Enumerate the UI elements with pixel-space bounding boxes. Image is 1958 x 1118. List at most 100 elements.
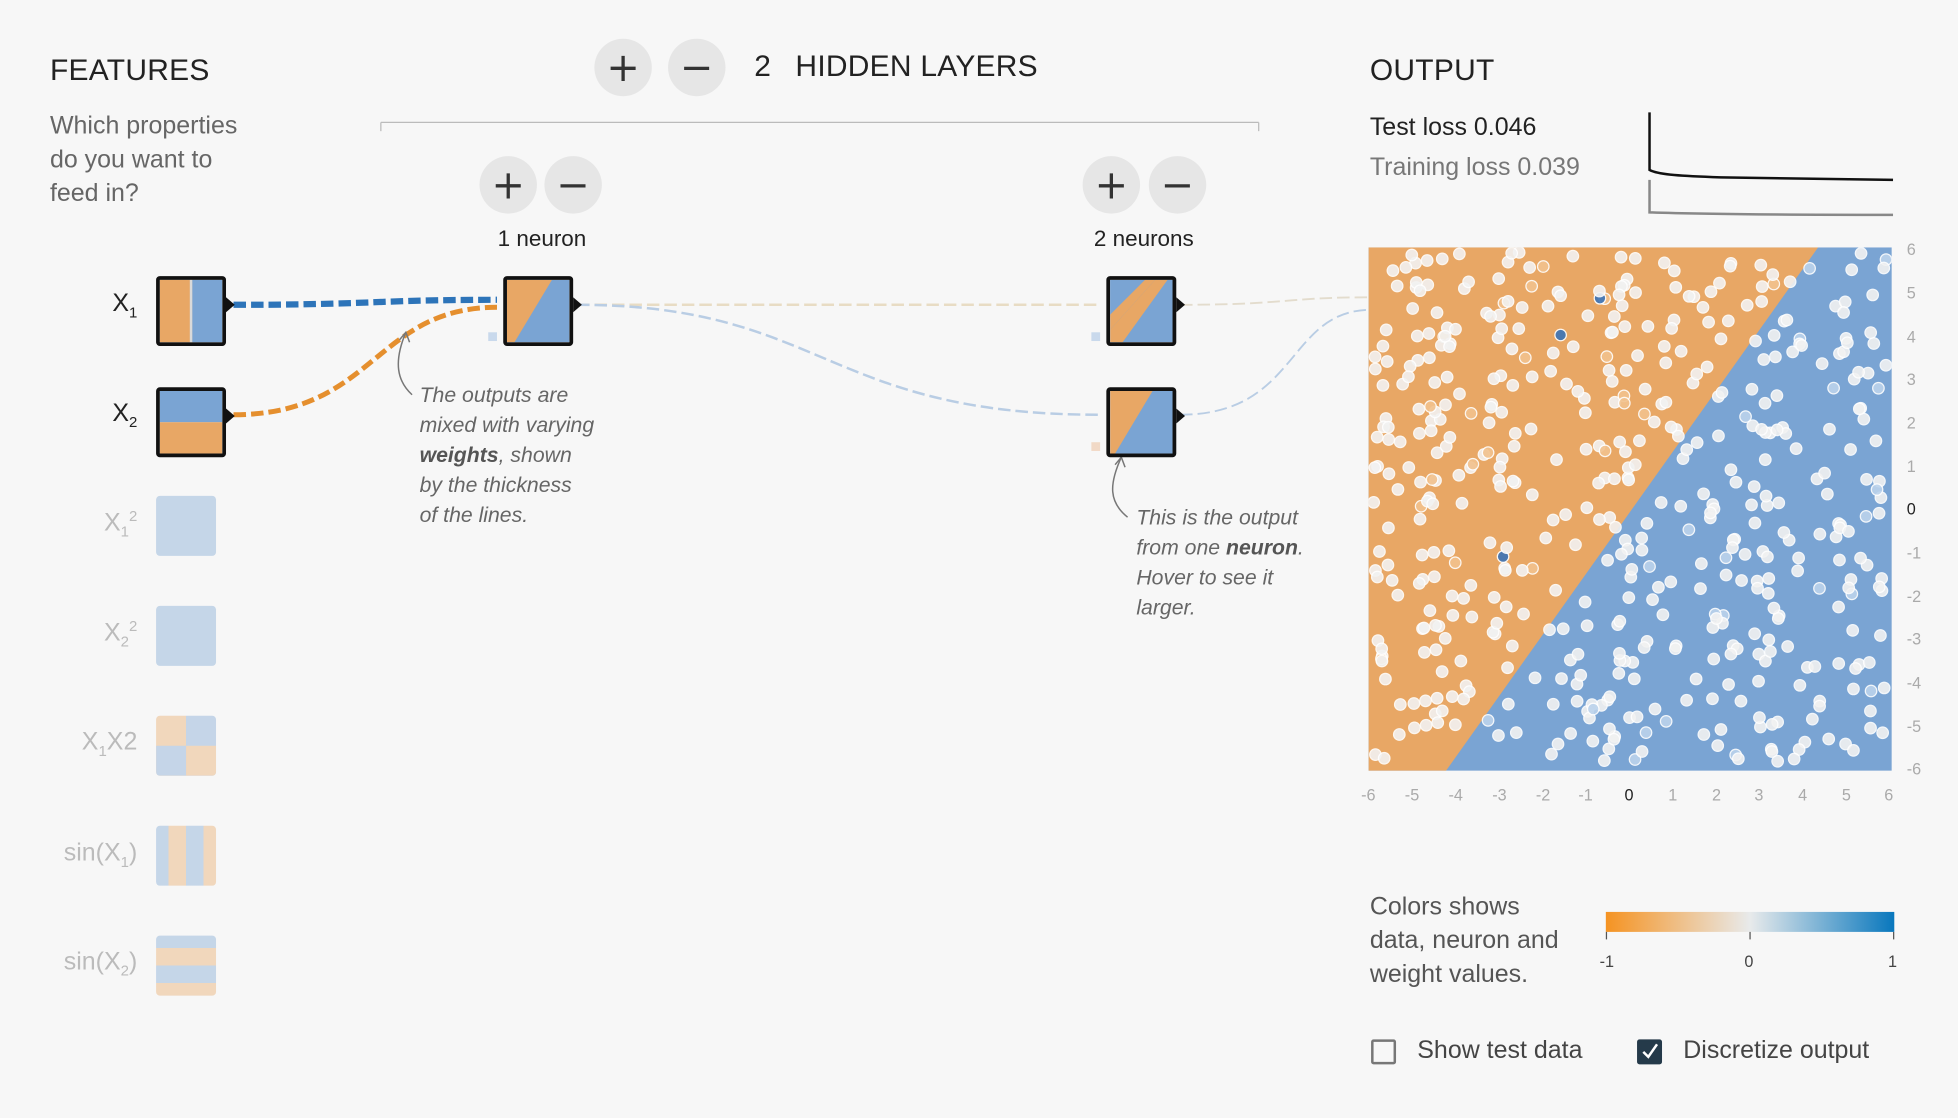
- data-point: [1852, 365, 1865, 379]
- add-neuron-button-layer-1[interactable]: +: [479, 156, 537, 214]
- neuron-heatmap: [1110, 279, 1173, 343]
- link-l2n2-to-output[interactable]: [1180, 308, 1369, 416]
- neuron-bias-indicator[interactable]: [488, 332, 497, 342]
- data-point: [1546, 513, 1560, 527]
- neuron-layer-2-1[interactable]: [1106, 276, 1177, 347]
- neuron-heatmap: [1110, 390, 1173, 454]
- data-point: [1659, 356, 1673, 370]
- data-point: [1628, 251, 1642, 265]
- remove-neuron-button-layer-1[interactable]: −: [544, 156, 602, 214]
- data-point: [1390, 279, 1404, 293]
- data-point: [1690, 367, 1704, 381]
- legend-line: data, neuron and: [1369, 926, 1559, 955]
- feature-node-sin-x2[interactable]: [156, 935, 217, 996]
- data-point: [1490, 616, 1504, 630]
- data-point: [1833, 553, 1846, 567]
- data-point: [1870, 483, 1884, 496]
- data-point: [1566, 249, 1580, 263]
- data-point: [1745, 382, 1759, 396]
- data-point: [1555, 672, 1568, 685]
- show-test-data-checkbox[interactable]: [1371, 1039, 1397, 1065]
- data-point: [1556, 622, 1570, 636]
- playground-stage: FEATURES Which properties do you want to…: [0, 0, 1958, 1118]
- feature-label-x1: X1: [112, 289, 138, 322]
- data-point: [1507, 439, 1521, 453]
- data-point: [1414, 475, 1427, 489]
- data-point: [1617, 396, 1631, 410]
- data-point: [1608, 472, 1621, 486]
- data-point: [1423, 604, 1437, 617]
- remove-neuron-button-layer-2[interactable]: −: [1148, 156, 1207, 214]
- data-point: [1386, 264, 1400, 277]
- feature-node-x1x2[interactable]: [156, 715, 217, 776]
- data-point: [1749, 334, 1762, 348]
- neuron-layer-2-2[interactable]: [1106, 387, 1177, 458]
- data-point: [1612, 666, 1626, 680]
- data-point: [1767, 329, 1781, 342]
- y-tick-label: -1: [1906, 543, 1922, 563]
- discretize-output-checkbox[interactable]: [1637, 1039, 1663, 1065]
- data-point: [1769, 350, 1782, 364]
- data-point: [1680, 693, 1693, 707]
- data-point: [1506, 474, 1520, 488]
- data-point: [1752, 674, 1765, 688]
- feature-node-x2[interactable]: [156, 387, 227, 458]
- x-tick-label: -3: [1492, 785, 1507, 805]
- data-point: [1640, 517, 1654, 530]
- feature-node-x1[interactable]: [156, 276, 227, 347]
- data-point: [1762, 633, 1776, 647]
- data-point: [1633, 434, 1646, 448]
- features-subtitle: Which properties do you want to feed in?: [50, 110, 237, 211]
- data-point: [1484, 310, 1497, 323]
- data-point: [1554, 328, 1567, 342]
- add-layer-button[interactable]: +: [594, 38, 652, 97]
- data-point: [1723, 259, 1737, 273]
- data-point: [1466, 457, 1480, 471]
- y-tick-label: 4: [1906, 327, 1916, 347]
- data-point: [1641, 320, 1655, 333]
- data-point: [1755, 280, 1769, 293]
- data-point: [1420, 254, 1434, 267]
- feature-node-sin-x1[interactable]: [156, 825, 217, 886]
- link-l2n1-to-output[interactable]: [1180, 296, 1369, 306]
- link-l1-to-l2n2[interactable]: [576, 303, 1099, 416]
- show-test-data-label[interactable]: Show test data: [1417, 1037, 1582, 1066]
- data-point: [1838, 295, 1852, 309]
- data-point: [1869, 434, 1883, 448]
- neuron-layer-1-1[interactable]: [503, 276, 574, 347]
- data-point: [1580, 619, 1594, 633]
- data-point: [1377, 751, 1391, 765]
- data-point: [1694, 582, 1707, 595]
- y-tick-label: -3: [1906, 629, 1922, 649]
- data-point: [1823, 422, 1836, 436]
- data-point: [1770, 389, 1784, 402]
- data-point: [1549, 583, 1562, 597]
- add-neuron-button-layer-2[interactable]: +: [1082, 156, 1141, 214]
- data-point: [1842, 581, 1856, 595]
- data-point: [1508, 426, 1522, 440]
- data-point: [1426, 497, 1440, 511]
- feature-node-x2-squared[interactable]: [156, 605, 217, 666]
- data-point: [1373, 545, 1386, 558]
- feature-node-x1-squared[interactable]: [156, 495, 217, 556]
- x-tick-label: -4: [1448, 785, 1463, 805]
- neuron-bias-indicator[interactable]: [1091, 332, 1101, 342]
- data-point: [1710, 612, 1723, 625]
- data-point: [1465, 610, 1479, 624]
- remove-layer-button[interactable]: −: [668, 38, 726, 97]
- data-point: [1738, 548, 1752, 561]
- data-point: [1808, 660, 1822, 673]
- data-point: [1658, 256, 1671, 270]
- data-point: [1498, 564, 1512, 577]
- annotation-emphasis: weights: [419, 443, 499, 468]
- data-point: [1714, 332, 1728, 346]
- neuron-bias-indicator[interactable]: [1091, 442, 1101, 451]
- data-point: [1669, 642, 1682, 655]
- data-point: [1525, 488, 1539, 502]
- link-x1-to-neuron[interactable]: [233, 296, 497, 308]
- annotation-arrow-neuron: [1111, 456, 1129, 518]
- output-decision-plot[interactable]: [1368, 247, 1892, 771]
- data-point: [1408, 721, 1421, 735]
- data-point: [1615, 547, 1628, 561]
- discretize-output-label[interactable]: Discretize output: [1683, 1037, 1869, 1066]
